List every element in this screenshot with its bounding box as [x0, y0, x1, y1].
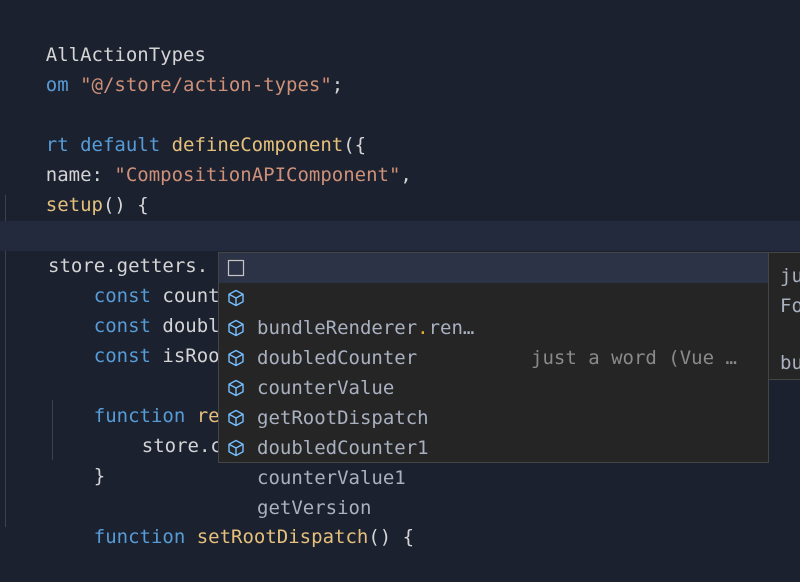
code-line-2: om "@/store/action-types";: [0, 40, 343, 96]
code-line-6: setup() {: [0, 160, 149, 216]
property-icon: [228, 439, 244, 457]
code-line-4: rt default defineComponent({: [0, 100, 366, 156]
text-icon: [227, 259, 245, 277]
suggest-item-label: getVersion: [257, 497, 372, 519]
string-literal: "CompositionAPIComponent": [114, 164, 401, 186]
suggest-item-label: counterValue1: [257, 467, 406, 489]
suggest-item[interactable]: doubledCounter1: [219, 373, 768, 459]
suggest-item[interactable]: counterValue: [219, 313, 768, 399]
suggest-item[interactable]: getVersion: [219, 433, 768, 519]
property-icon: [228, 349, 244, 367]
suggest-widget[interactable]: bundleRenderer.ren… just a word (Vue … d…: [218, 252, 769, 519]
punctuation: ;: [331, 74, 344, 96]
code-line-5: name: "CompositionAPIComponent",: [0, 130, 412, 186]
property-icon: [228, 409, 244, 427]
code-line-1: AllActionTypes: [0, 10, 206, 66]
keyword: const: [93, 345, 151, 367]
punctuation: ,: [400, 164, 412, 186]
property-icon: [228, 319, 244, 337]
suggest-item[interactable]: bundleRenderer.ren… just a word (Vue …: [219, 253, 768, 369]
current-line[interactable]: store.getters.: [0, 221, 800, 277]
suggest-details-panel: ju Fo bu: [769, 252, 800, 380]
property-icon: [228, 289, 244, 307]
details-text: ju: [780, 265, 800, 287]
suggest-item[interactable]: counterValue1: [219, 403, 768, 489]
details-text: bu: [780, 352, 800, 374]
code-line-15: }: [48, 431, 105, 487]
property-icon: [228, 379, 244, 397]
string-literal: "@/store/action-types": [80, 74, 332, 96]
suggest-item[interactable]: doubledCounter: [219, 283, 768, 369]
punctuation: () {: [368, 526, 415, 548]
code-line-7: const store = useStore();: [48, 190, 380, 246]
punctuation: }: [93, 465, 106, 487]
code-line-9: const counter: [48, 251, 243, 307]
details-text: Fo: [780, 295, 800, 317]
suggest-item[interactable]: getRootDispatch: [219, 343, 768, 429]
keyword: om: [45, 74, 69, 96]
keyword: function: [93, 526, 186, 548]
